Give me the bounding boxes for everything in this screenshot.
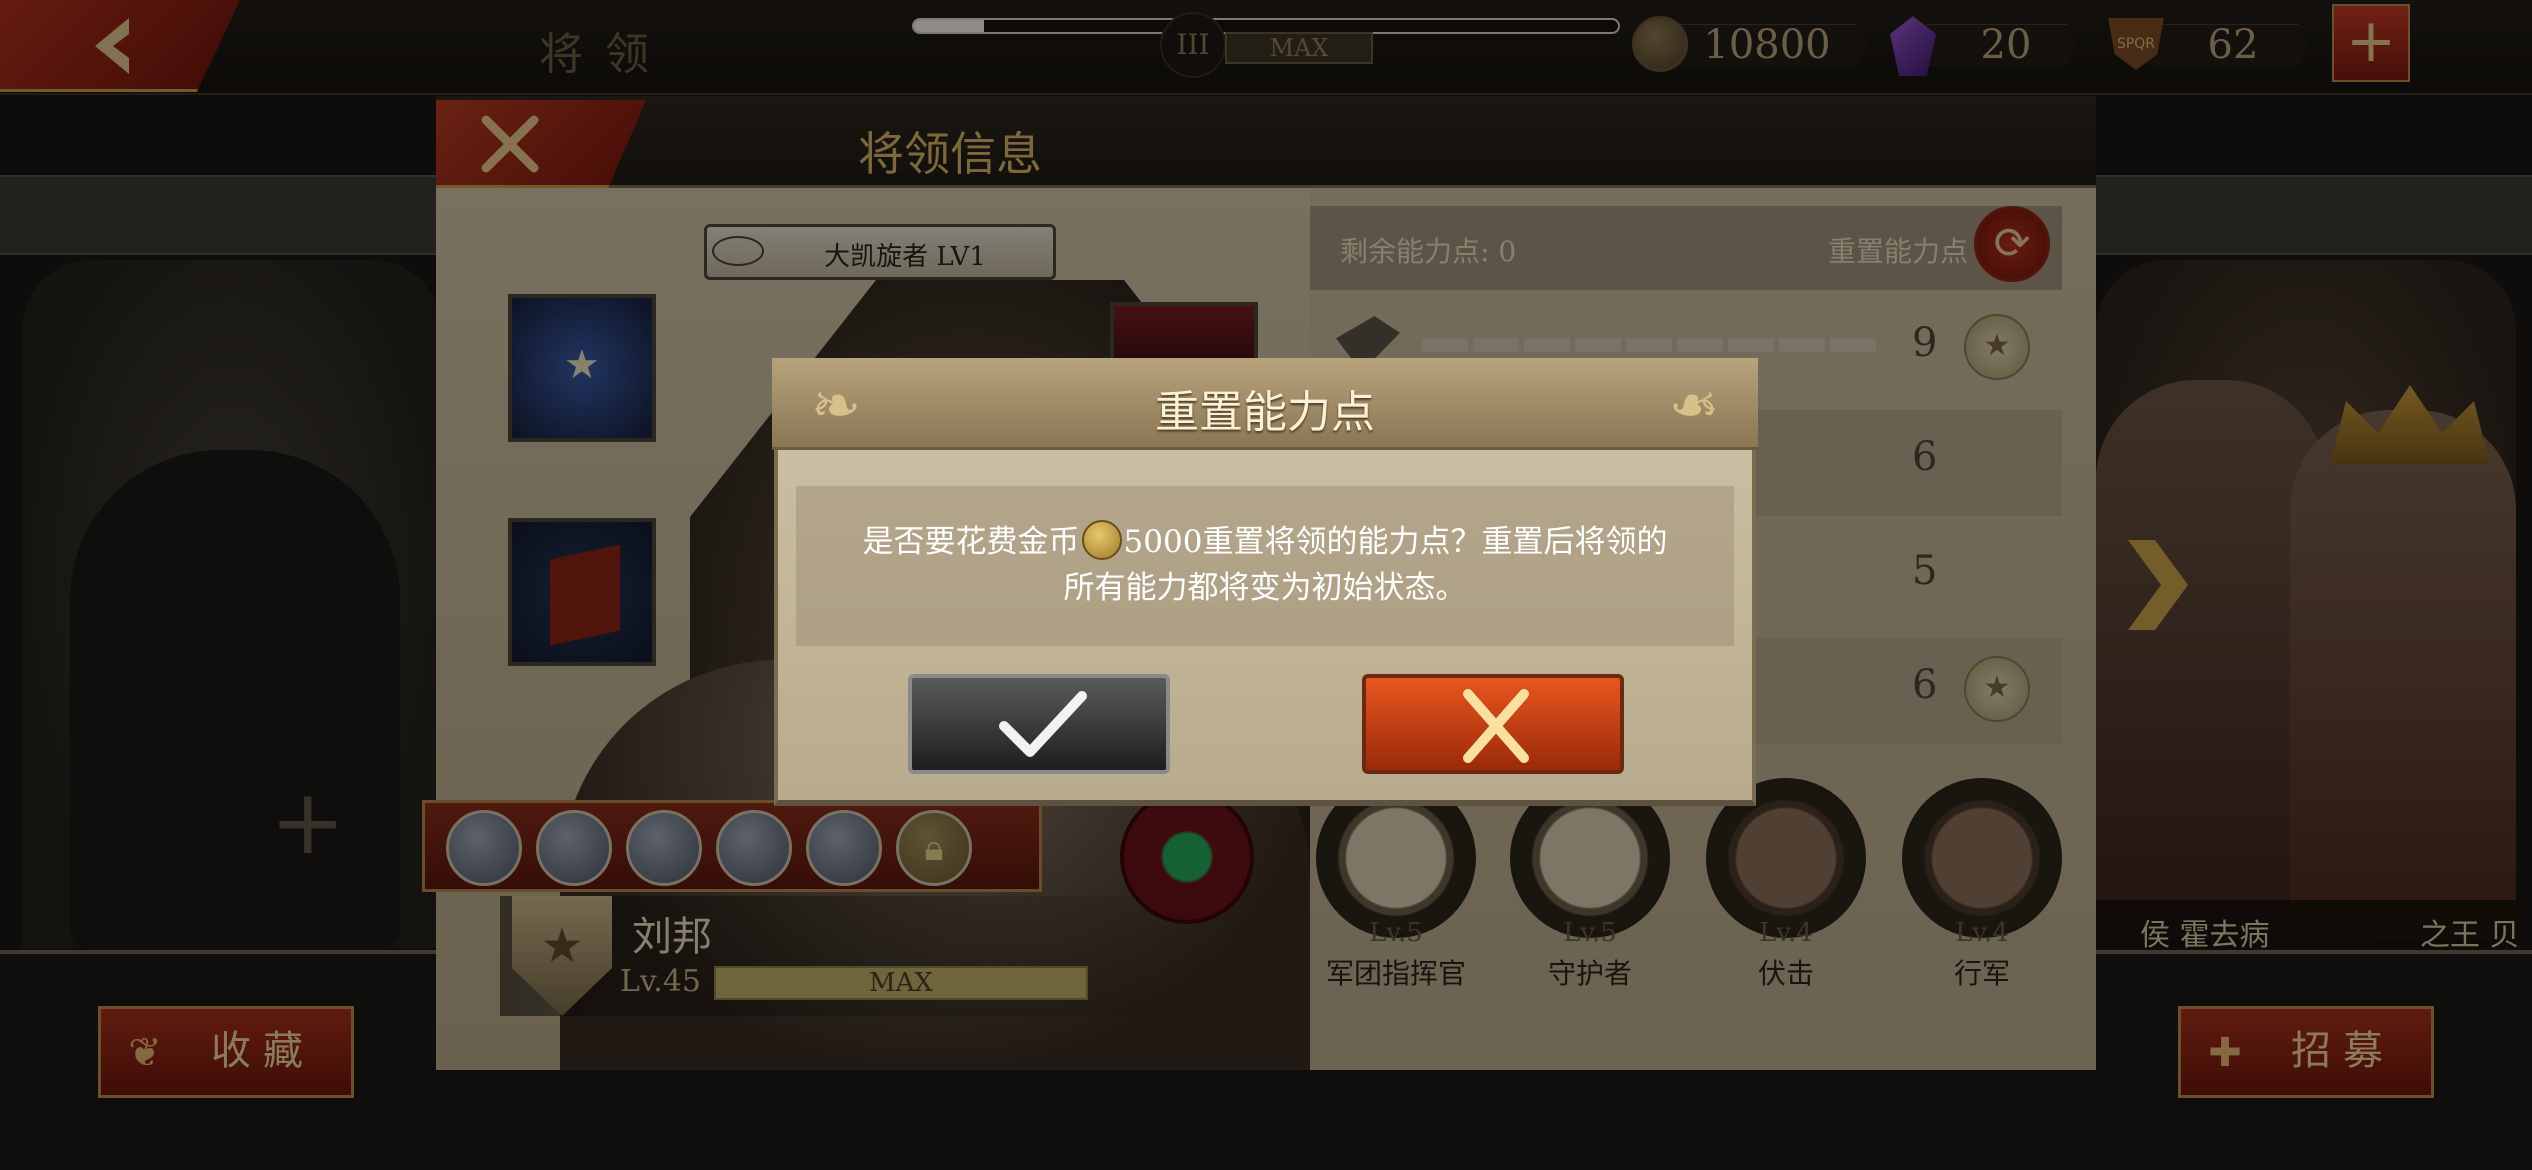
confirm-button[interactable] bbox=[908, 674, 1170, 774]
checkmark-icon bbox=[999, 691, 1087, 757]
reset-dialog-message-line2: 所有能力都将变为初始状态。 bbox=[1063, 570, 1467, 606]
gold-coin-icon bbox=[1081, 520, 1122, 560]
reset-dialog-title: 重置能力点 bbox=[1155, 387, 1375, 438]
close-icon bbox=[1463, 689, 1529, 763]
cancel-button[interactable] bbox=[1362, 674, 1624, 774]
reset-dialog-message-line1: 是否要花费金币 5000重置将领的能力点？重置后将领的 bbox=[796, 516, 1734, 561]
